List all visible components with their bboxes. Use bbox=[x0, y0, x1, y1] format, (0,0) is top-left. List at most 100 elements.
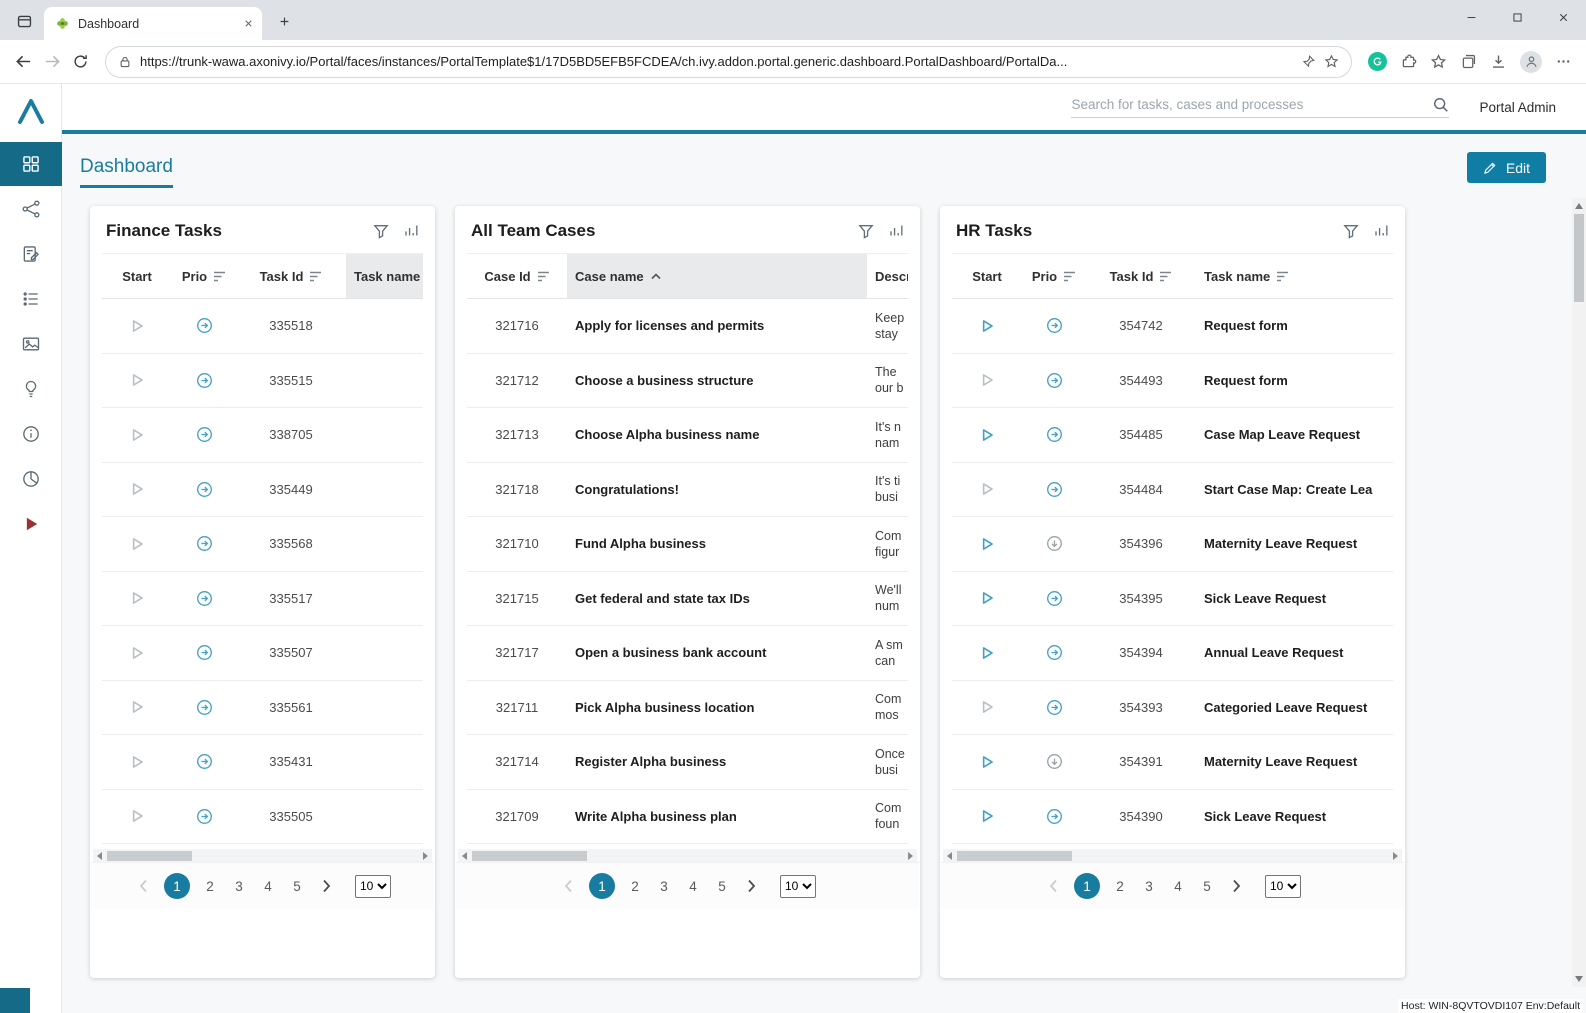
new-tab-button[interactable] bbox=[270, 7, 298, 35]
grammarly-icon[interactable] bbox=[1368, 52, 1387, 71]
forward-icon[interactable] bbox=[43, 52, 62, 71]
table-row[interactable]: 335515 bbox=[102, 354, 423, 409]
table-row[interactable]: 335449 bbox=[102, 463, 423, 518]
table-row[interactable]: 321710Fund Alpha businessComfigur bbox=[467, 517, 908, 572]
start-task-button[interactable] bbox=[980, 536, 995, 552]
table-row[interactable]: 338705 bbox=[102, 408, 423, 463]
start-task-button[interactable] bbox=[130, 481, 145, 497]
sidebar-item-designer[interactable] bbox=[0, 502, 62, 546]
scroll-left-button[interactable] bbox=[462, 852, 467, 860]
table-row[interactable]: 321718Congratulations!It's tibusi bbox=[467, 463, 908, 518]
column-header-task-id[interactable]: Task Id bbox=[236, 254, 346, 298]
table-row[interactable]: 335518 bbox=[102, 299, 423, 354]
page-5-button[interactable]: 5 bbox=[288, 879, 306, 894]
page-size-select[interactable]: 10 bbox=[1265, 875, 1301, 898]
profile-avatar[interactable] bbox=[1520, 51, 1542, 73]
page-4-button[interactable]: 4 bbox=[684, 879, 702, 894]
url-field[interactable]: https://trunk-wawa.axonivy.io/Portal/fac… bbox=[105, 46, 1352, 78]
horizontal-scrollbar[interactable] bbox=[93, 849, 432, 862]
scrollbar-thumb[interactable] bbox=[472, 851, 587, 861]
sidebar-item-info[interactable] bbox=[0, 412, 62, 456]
horizontal-scrollbar[interactable] bbox=[943, 849, 1402, 862]
start-task-button[interactable] bbox=[980, 318, 995, 334]
collections-icon[interactable] bbox=[1460, 53, 1477, 70]
page-size-select[interactable]: 10 bbox=[355, 875, 391, 898]
table-row[interactable]: 321714Register Alpha businessOncebusi bbox=[467, 735, 908, 790]
start-task-button[interactable] bbox=[130, 590, 145, 606]
start-task-button[interactable] bbox=[980, 808, 995, 824]
page-3-button[interactable]: 3 bbox=[230, 879, 248, 894]
page-2-button[interactable]: 2 bbox=[1111, 879, 1129, 894]
favorites-bar-icon[interactable] bbox=[1430, 53, 1447, 70]
scrollbar-thumb[interactable] bbox=[957, 851, 1072, 861]
sidebar-item-cases[interactable] bbox=[0, 277, 62, 321]
page-1-button[interactable]: 1 bbox=[1074, 873, 1100, 899]
close-button[interactable] bbox=[1540, 0, 1586, 34]
table-row[interactable]: 354396Maternity Leave Request bbox=[952, 517, 1393, 572]
page-3-button[interactable]: 3 bbox=[1140, 879, 1158, 894]
tab-actions-menu-icon[interactable] bbox=[10, 7, 38, 35]
column-header-start[interactable]: Start bbox=[952, 254, 1022, 298]
downloads-icon[interactable] bbox=[1490, 53, 1507, 70]
column-header-task-id[interactable]: Task Id bbox=[1086, 254, 1196, 298]
table-row[interactable]: 354484Start Case Map: Create Lea bbox=[952, 463, 1393, 518]
scroll-right-button[interactable] bbox=[1393, 852, 1398, 860]
scroll-up-button[interactable] bbox=[1575, 203, 1583, 209]
global-search[interactable] bbox=[1071, 96, 1449, 118]
scroll-left-button[interactable] bbox=[97, 852, 102, 860]
scroll-left-button[interactable] bbox=[947, 852, 952, 860]
table-row[interactable]: 321713Choose Alpha business nameIt's nna… bbox=[467, 408, 908, 463]
chart-icon[interactable] bbox=[888, 223, 904, 239]
table-row[interactable]: 354395Sick Leave Request bbox=[952, 572, 1393, 627]
start-task-button[interactable] bbox=[980, 427, 995, 443]
sidebar-item-processes[interactable] bbox=[0, 187, 62, 231]
scroll-right-button[interactable] bbox=[908, 852, 913, 860]
start-task-button[interactable] bbox=[130, 536, 145, 552]
table-row[interactable]: 354391Maternity Leave Request bbox=[952, 735, 1393, 790]
start-task-button[interactable] bbox=[980, 645, 995, 661]
start-task-button[interactable] bbox=[130, 427, 145, 443]
page-2-button[interactable]: 2 bbox=[626, 879, 644, 894]
column-header-prio[interactable]: Prio bbox=[172, 254, 236, 298]
user-menu[interactable]: Portal Admin bbox=[1479, 100, 1556, 115]
edit-dashboard-button[interactable]: Edit bbox=[1467, 152, 1546, 183]
add-favorite-star-icon[interactable] bbox=[1324, 54, 1339, 69]
next-page-button[interactable] bbox=[322, 879, 331, 893]
page-4-button[interactable]: 4 bbox=[1169, 879, 1187, 894]
sidebar-item-tasks[interactable] bbox=[0, 232, 62, 276]
table-row[interactable]: 321716Apply for licenses and permitsKeep… bbox=[467, 299, 908, 354]
column-header-prio[interactable]: Prio bbox=[1022, 254, 1086, 298]
page-3-button[interactable]: 3 bbox=[655, 879, 673, 894]
page-2-button[interactable]: 2 bbox=[201, 879, 219, 894]
page-1-button[interactable]: 1 bbox=[589, 873, 615, 899]
column-header-task-name[interactable]: Task name bbox=[1196, 254, 1393, 298]
table-row[interactable]: 335507 bbox=[102, 626, 423, 681]
table-row[interactable]: 354393Categoried Leave Request bbox=[952, 681, 1393, 736]
table-row[interactable]: 321709Write Alpha business planComfoun bbox=[467, 790, 908, 845]
search-input[interactable] bbox=[1071, 97, 1426, 112]
horizontal-scrollbar[interactable] bbox=[458, 849, 917, 862]
dashboard-tab-title[interactable]: Dashboard bbox=[80, 156, 173, 188]
tab-close-icon[interactable] bbox=[243, 18, 254, 29]
refresh-icon[interactable] bbox=[72, 53, 89, 70]
next-page-button[interactable] bbox=[1232, 879, 1241, 893]
start-task-button[interactable] bbox=[130, 699, 145, 715]
table-row[interactable]: 354390Sick Leave Request bbox=[952, 790, 1393, 845]
start-task-button[interactable] bbox=[130, 372, 145, 388]
page-1-button[interactable]: 1 bbox=[164, 873, 190, 899]
more-menu-icon[interactable] bbox=[1555, 53, 1572, 70]
start-task-button[interactable] bbox=[980, 590, 995, 606]
minimize-button[interactable] bbox=[1448, 0, 1494, 34]
start-task-button[interactable] bbox=[130, 318, 145, 334]
column-header-description[interactable]: Description bbox=[867, 254, 908, 298]
prev-page-button[interactable] bbox=[139, 879, 148, 893]
table-row[interactable]: 335505 bbox=[102, 790, 423, 845]
start-task-button[interactable] bbox=[980, 481, 995, 497]
search-icon[interactable] bbox=[1432, 96, 1449, 113]
sidebar-item-media[interactable] bbox=[0, 322, 62, 366]
column-header-case-name[interactable]: Case name bbox=[567, 254, 867, 298]
next-page-button[interactable] bbox=[747, 879, 756, 893]
scroll-down-button[interactable] bbox=[1575, 976, 1583, 982]
filter-icon[interactable] bbox=[1343, 223, 1359, 239]
column-header-start[interactable]: Start bbox=[102, 254, 172, 298]
